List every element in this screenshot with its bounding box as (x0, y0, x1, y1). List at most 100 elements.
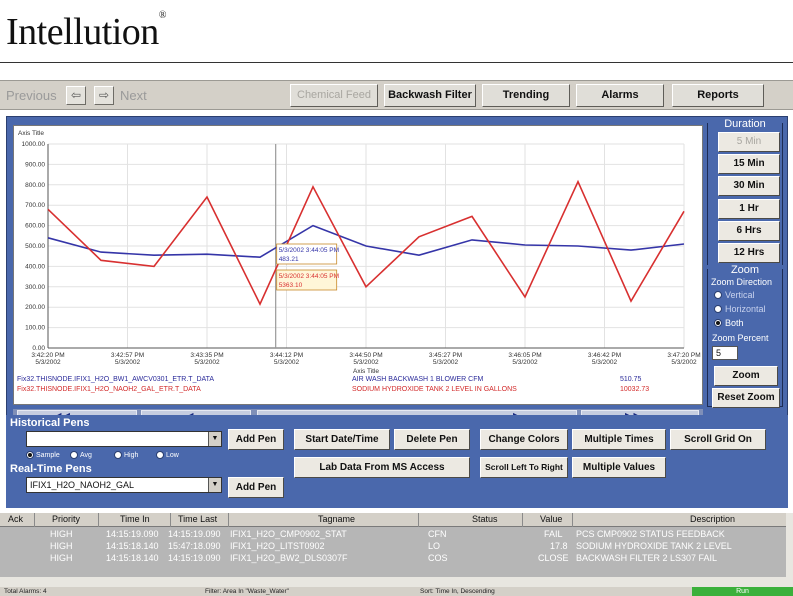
multiple-times-button[interactable]: Multiple Times (572, 429, 666, 450)
y-tick-label: 700.00 (25, 202, 45, 209)
x-tick-date: 5/3/2002 (433, 359, 459, 366)
start-date-time-button[interactable]: Start Date/Time (294, 429, 390, 450)
pen-row-red[interactable]: Fix32.THISNODE.IFIX1_H2O_NAOH2_GAL_ETR.T… (17, 386, 699, 396)
x-tick-time: 3:42:57 PM (111, 352, 144, 359)
navigation-toolbar: Previous ⇦ ⇨ Next Chemical Feed Backwash… (0, 80, 793, 110)
x-tick-date: 5/3/2002 (194, 359, 220, 366)
zoom-both-label: Both (725, 318, 744, 328)
duration-title: Duration (708, 118, 782, 130)
reset-zoom-button[interactable]: Reset Zoom (712, 388, 780, 408)
low-radio[interactable] (156, 451, 164, 459)
y-tick-label: 200.00 (25, 304, 45, 311)
tab-backwash-filter[interactable]: Backwash Filter (384, 84, 476, 107)
alarm-vertical-scrollbar[interactable] (786, 513, 793, 589)
alarm-horizontal-scrollbar[interactable] (0, 577, 786, 587)
multiple-values-button[interactable]: Multiple Values (572, 457, 666, 478)
low-radio-label: Low (166, 452, 179, 459)
alarm-table-header: Ack Priority Time In Time Last Tagname S… (0, 513, 786, 527)
previous-label[interactable]: Previous (6, 88, 57, 103)
delete-pen-button[interactable]: Delete Pen (394, 429, 470, 450)
alarm-row[interactable]: HIGH 14:15:18.140 14:15:19.090 IFIX1_H2O… (0, 553, 786, 565)
col-status[interactable]: Status (472, 514, 498, 524)
forward-arrow-button[interactable]: ⇨ (94, 86, 114, 105)
zoom-percent-label: Zoom Percent (712, 333, 769, 343)
zoom-percent-stepper[interactable]: 5 (712, 346, 738, 360)
dropdown-arrow-icon[interactable]: ▼ (208, 478, 221, 492)
back-arrow-button[interactable]: ⇦ (66, 86, 86, 105)
col-tagname[interactable]: Tagname (318, 514, 355, 524)
duration-15min-button[interactable]: 15 Min (718, 154, 780, 174)
x-tick-date: 5/3/2002 (353, 359, 379, 366)
historical-pens-combo[interactable]: ▼ (26, 431, 222, 447)
tab-reports[interactable]: Reports (672, 84, 764, 107)
intellution-logo: Intellution® (6, 10, 166, 53)
cursor-tooltip-value: 5363.10 (279, 282, 303, 289)
sort-status: Sort: Time In, Descending (420, 588, 495, 595)
realtime-pens-combo[interactable]: IFIX1_H2O_NAOH2_GAL ▼ (26, 477, 222, 493)
zoom-both-radio[interactable] (714, 319, 722, 327)
pen-value: 10032.73 (620, 386, 650, 393)
col-value[interactable]: Value (540, 514, 562, 524)
alarm-row[interactable]: HIGH 14:15:19.090 14:15:19.090 IFIX1_H2O… (0, 529, 786, 541)
col-ack[interactable]: Ack (8, 514, 23, 524)
pen-tag: Fix32.THISNODE.IFIX1_H2O_BW1_AWCV0301_ET… (17, 376, 215, 383)
y-tick-label: 300.00 (25, 284, 45, 291)
lab-data-ms-access-button[interactable]: Lab Data From MS Access (294, 457, 470, 478)
col-time-last[interactable]: Time Last (178, 514, 217, 524)
pen-row-blue[interactable]: Fix32.THISNODE.IFIX1_H2O_BW1_AWCV0301_ET… (17, 376, 699, 386)
tab-alarms[interactable]: Alarms (576, 84, 664, 107)
x-tick-date: 5/3/2002 (35, 359, 61, 366)
col-priority[interactable]: Priority (52, 514, 80, 524)
tab-chemical-feed[interactable]: Chemical Feed (290, 84, 378, 107)
high-radio[interactable] (114, 451, 122, 459)
duration-1hr-button[interactable]: 1 Hr (718, 199, 780, 219)
col-time-in[interactable]: Time In (120, 514, 150, 524)
zoom-group: Zoom Zoom Direction Vertical Horizontal … (707, 264, 783, 408)
duration-12hrs-button[interactable]: 12 Hrs (718, 243, 780, 263)
col-description[interactable]: Description (690, 514, 735, 524)
sample-radio-label: Sample (36, 452, 60, 459)
pen-description: SODIUM HYDROXIDE TANK 2 LEVEL IN GALLONS (352, 386, 517, 393)
duration-5min-button[interactable]: 5 Min (718, 132, 780, 152)
zoom-button[interactable]: Zoom (714, 366, 778, 386)
trend-chart[interactable]: Axis Title 1000.00 900.00 800.00 700.00 600.0… (13, 125, 703, 405)
avg-radio[interactable] (70, 451, 78, 459)
next-label[interactable]: Next (120, 88, 147, 103)
app-window: Intellution® Previous ⇦ ⇨ Next Chemical … (0, 0, 793, 596)
duration-30min-button[interactable]: 30 Min (718, 176, 780, 196)
x-tick-time: 3:47:20 PM (667, 352, 700, 359)
duration-group: Duration 5 Min 15 Min 30 Min 1 Hr 6 Hrs … (707, 118, 783, 265)
tab-trending[interactable]: Trending (482, 84, 570, 107)
x-tick-date: 5/3/2002 (671, 359, 697, 366)
zoom-horizontal-label: Horizontal (725, 304, 766, 314)
sample-radio[interactable] (26, 451, 34, 459)
x-tick-time: 3:46:05 PM (508, 352, 541, 359)
pen-description: AIR WASH BACKWASH 1 BLOWER CFM (352, 376, 484, 383)
duration-6hrs-button[interactable]: 6 Hrs (718, 221, 780, 241)
alarm-summary[interactable]: Ack Priority Time In Time Last Tagname S… (0, 513, 793, 589)
change-colors-button[interactable]: Change Colors (480, 429, 568, 450)
trend-chart-svg: Axis Title 1000.00 900.00 800.00 700.00 600.0… (18, 130, 701, 375)
zoom-vertical-label: Vertical (725, 290, 755, 300)
add-historical-pen-button[interactable]: Add Pen (228, 429, 284, 450)
x-tick-date: 5/3/2002 (592, 359, 618, 366)
zoom-vertical-radio[interactable] (714, 291, 722, 299)
zoom-title: Zoom (708, 264, 782, 276)
zoom-horizontal-radio[interactable] (714, 305, 722, 313)
add-realtime-pen-button[interactable]: Add Pen (228, 477, 284, 498)
x-tick-time: 3:46:42 PM (588, 352, 621, 359)
scroll-left-to-right-button[interactable]: Scroll Left To Right (480, 457, 568, 478)
pen-value: 510.75 (620, 376, 642, 383)
dropdown-arrow-icon[interactable]: ▼ (208, 432, 221, 446)
alarm-row[interactable]: HIGH 14:15:18.140 15:47:18.090 IFIX1_H2O… (0, 541, 786, 553)
pen-legend: Fix32.THISNODE.IFIX1_H2O_BW1_AWCV0301_ET… (13, 369, 703, 403)
x-tick-date: 5/3/2002 (115, 359, 141, 366)
run-status-badge: Run (692, 587, 793, 596)
scroll-grid-on-button[interactable]: Scroll Grid On (670, 429, 766, 450)
x-tick-time: 3:43:35 PM (190, 352, 223, 359)
x-tick-time: 3:44:50 PM (349, 352, 382, 359)
x-tick-date: 5/3/2002 (274, 359, 300, 366)
cursor-tooltip-value: 483.21 (279, 256, 299, 263)
y-tick-label: 0.00 (32, 345, 45, 352)
status-bar: Total Alarms: 4 Filter: Area In "Waste_W… (0, 587, 793, 596)
